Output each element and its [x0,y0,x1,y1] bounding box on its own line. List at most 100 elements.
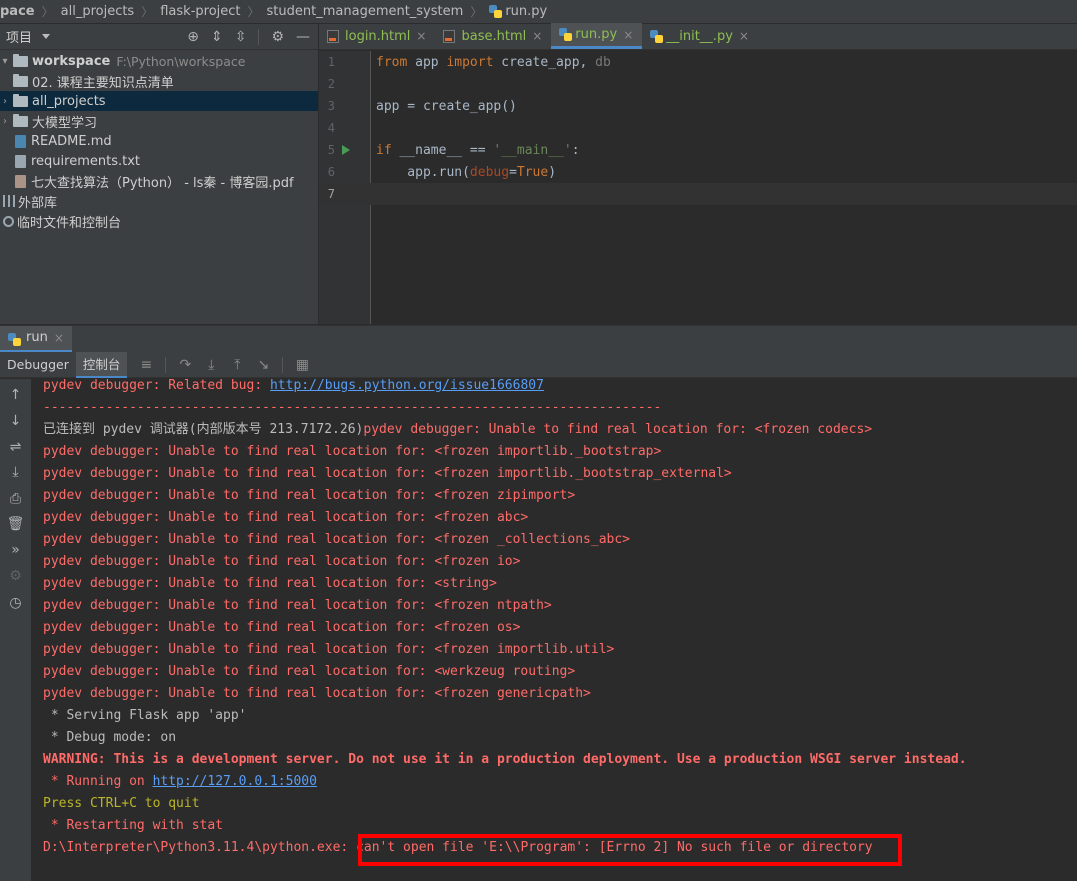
breadcrumb-item-student-management-system[interactable]: student_management_system [267,4,464,19]
console-line: * Running on http://127.0.0.1:5000 [43,774,317,789]
html-file-icon [327,29,339,43]
close-icon[interactable]: × [54,331,64,345]
console-line: ----------------------------------------… [43,400,662,415]
tree-item-external-libraries[interactable]: 外部库 [0,191,318,211]
tree-item-label: requirements.txt [31,153,141,169]
tab-run-py[interactable]: run.py × [551,23,643,49]
console-line: pydev debugger: Unable to find real loca… [43,598,552,613]
code-line[interactable]: 1 from app import create_app, db [319,51,1077,73]
code-text: if __name__ == '__main__': [376,142,580,158]
library-icon [3,195,15,207]
breadcrumb-item-workspace[interactable]: pace [0,4,35,19]
clock-icon[interactable]: ◷ [0,595,31,611]
show-more-icon[interactable]: » [0,542,31,558]
step-into-icon[interactable]: ⤓ [204,357,218,373]
soft-wrap-icon[interactable]: ⇌ [0,439,31,455]
toolbar-divider [282,356,284,373]
tab-debugger[interactable]: Debugger [0,352,76,378]
toolbar-divider [165,356,167,373]
folder-icon [13,53,28,67]
collapse-all-icon[interactable]: ⇳ [235,29,247,45]
arrow-up-icon[interactable]: ↑ [0,387,31,403]
console-line: pydev debugger: Unable to find real loca… [43,444,662,459]
tree-item-llm-study[interactable]: › 大模型学习 [0,111,318,131]
subtab-label: 控制台 [82,357,121,372]
expand-all-icon[interactable]: ⇕ [211,29,223,45]
code-line[interactable]: 2 [319,73,1077,95]
code-text: app = create_app() [376,98,517,114]
menu-icon[interactable]: ≡ [139,357,153,373]
code-line[interactable]: 3 app = create_app() [319,95,1077,117]
localhost-link[interactable]: http://127.0.0.1:5000 [153,774,317,789]
tree-item-label: 大模型学习 [32,115,98,131]
tab-login-html[interactable]: login.html × [319,23,435,49]
tab-base-html[interactable]: base.html × [435,23,551,49]
tree-item-label: 临时文件和控制台 [17,215,122,231]
code-line[interactable]: 6 app.run(debug=True) [319,161,1077,183]
line-number: 3 [327,99,335,113]
console-line: Press CTRL+C to quit [43,796,200,811]
step-out-icon[interactable]: ⤒ [230,357,244,373]
subtab-label: Debugger [7,357,69,372]
code-line[interactable]: 5 if __name__ == '__main__': [319,139,1077,161]
console-line: pydev debugger: Unable to find real loca… [43,466,732,481]
project-tree: ▾ workspace F:\Python\workspace 02. 课程主要… [0,50,318,231]
hide-panel-icon[interactable]: — [296,29,310,45]
code-text: from app import create_app, db [376,54,611,70]
console-line: * Restarting with stat [43,818,224,833]
tree-item-course-list[interactable]: 02. 课程主要知识点清单 [0,71,318,91]
bug-link[interactable]: http://bugs.python.org/issue1666807 [270,379,544,393]
breadcrumb-item-flask-project[interactable]: flask-project [160,4,240,19]
close-icon[interactable]: × [532,29,542,43]
console-output[interactable]: pydev debugger: Related bug: http://bugs… [31,379,1077,881]
code-editor[interactable]: 1 from app import create_app, db 2 3 app… [319,51,1077,324]
tree-item-label: 七大查找算法（Python） - ls秦 - 博客园.pdf [31,175,294,191]
tab-console[interactable]: 控制台 [75,351,128,378]
trash-icon[interactable]: 🗑 [0,516,31,532]
tree-item-requirements[interactable]: requirements.txt [0,151,318,171]
python-file-icon [489,5,503,18]
run-tab[interactable]: run × [0,325,72,353]
code-line[interactable]: 4 [319,117,1077,139]
code-line-current[interactable]: 7 [319,183,1077,205]
editor-tabs: login.html × base.html × run.py × __init… [319,23,1077,50]
tree-item-pdf[interactable]: 七大查找算法（Python） - ls秦 - 博客园.pdf [0,171,318,191]
chevron-right-icon[interactable]: › [0,96,10,107]
line-number: 1 [327,55,335,69]
breadcrumb-item-run-py[interactable]: run.py [505,4,547,19]
python-file-icon [559,28,573,41]
tree-item-all-projects[interactable]: › all_projects [0,91,318,111]
chevron-down-icon[interactable] [42,34,51,39]
editor-area: login.html × base.html × run.py × __init… [319,23,1077,324]
scroll-to-end-icon[interactable]: ⤓ [0,464,31,480]
run-to-cursor-icon[interactable]: ↘ [256,357,270,373]
arrow-down-icon[interactable]: ↓ [0,413,31,429]
line-number: 4 [327,121,335,135]
step-over-icon[interactable]: ↷ [178,357,192,373]
close-icon[interactable]: × [739,29,749,43]
tab-init-py[interactable]: __init__.py × [642,23,758,49]
console-line: pydev debugger: Unable to find real loca… [43,686,591,701]
close-icon[interactable]: × [416,29,426,43]
breadcrumb-item-all-projects[interactable]: all_projects [61,4,135,19]
evaluate-icon[interactable]: ▦ [295,357,309,373]
error-highlight-box [358,834,902,866]
tab-label: __init__.py [666,28,733,44]
project-view-selector[interactable]: 项目 [6,27,32,46]
print-icon[interactable]: ⎙ [0,491,31,507]
console-line: pydev debugger: Unable to find real loca… [43,554,521,569]
breadcrumb-separator-icon: 〉 [41,5,54,19]
run-tab-label: run [26,330,48,345]
tree-item-workspace[interactable]: ▾ workspace F:\Python\workspace [0,51,318,71]
python-file-icon [650,29,664,43]
tree-item-scratches[interactable]: 临时文件和控制台 [0,211,318,231]
run-gutter-icon[interactable] [342,145,350,155]
tree-item-readme[interactable]: README.md [0,131,318,151]
close-icon[interactable]: × [623,28,633,42]
chevron-down-icon[interactable]: ▾ [0,56,10,67]
tree-item-label: README.md [31,133,112,149]
run-sidebar: ↑ ↓ ⇌ ⤓ ⎙ 🗑 » ⚙ ◷ [0,379,31,881]
locate-icon[interactable]: ⊕ [187,29,199,45]
gear-icon[interactable]: ⚙ [271,29,284,45]
chevron-right-icon[interactable]: › [0,116,10,127]
